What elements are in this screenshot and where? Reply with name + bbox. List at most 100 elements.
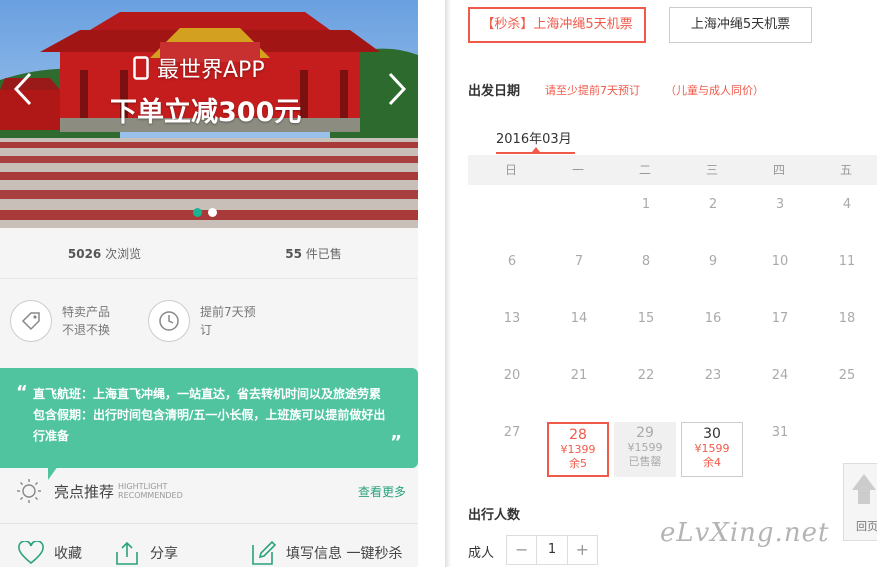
highlights-subtitle: HIGHTLIGHT RECOMMENDED [118,482,183,500]
month-underline [496,152,575,154]
highlights-sub2: RECOMMENDED [118,491,183,500]
calendar-day: 24 [771,368,789,383]
action-bar: 收藏 分享 填写信息 一键秒杀 [18,540,402,566]
highlight-line-1: 直飞航班：上海直飞冲绳，一站直达，省去转机时间以及旅途劳累 [33,387,382,401]
back-to-top-label: 回页 [856,520,877,533]
calendar-day: 27 [503,425,521,440]
sold-stat: 55 件已售 [209,228,418,278]
views-label: 次浏览 [105,247,142,261]
tag-icon [10,300,52,342]
calendar-day: 9 [708,254,718,269]
chevron-right-icon[interactable] [386,72,408,106]
highlights-sub1: HIGHTLIGHT [118,482,168,491]
month-tab[interactable]: 2016年03月 [496,128,572,147]
calendar-day: 31 [771,425,789,440]
day-number: 30 [703,426,721,442]
calendar-day: 22 [637,368,655,383]
share-button[interactable]: 分享 [114,540,178,566]
day-number: 29 [636,425,654,441]
adult-label: 成人 [468,546,495,561]
child-price-note: （儿童与成人同价） [665,84,764,97]
feature-advance: 提前7天预订 [148,300,258,342]
fill-info-label: 填写信息 一键秒杀 [286,546,403,562]
see-more-link[interactable]: 查看更多 [358,483,406,500]
product-panel: 最世界APP 下单立减300元 5026 次浏览 55 件已售 特卖产品不退不换… [0,0,418,567]
tab-regular[interactable]: 上海冲绳5天机票 [669,7,812,43]
feature-advance-text: 提前7天预订 [200,305,256,337]
calendar-day: 18 [838,311,856,326]
clock-icon [148,300,190,342]
calendar-day-30[interactable]: 30 ¥1599 余4 [681,422,743,477]
calendar-day: 2 [708,197,718,212]
calendar-day: 3 [775,197,785,212]
day-stock: 余5 [569,457,587,470]
day-number: 28 [569,427,587,443]
calendar-day: 25 [838,368,856,383]
open-quote-icon: “ [16,382,28,403]
heart-icon [18,541,44,565]
passenger-count-label: 出行人数 [468,508,521,523]
calendar-day: 17 [771,311,789,326]
feature-list: 特卖产品不退不换 提前7天预订 [10,300,258,342]
favorite-label: 收藏 [54,546,82,562]
share-label: 分享 [150,546,178,562]
weekday: 一 [571,163,584,177]
highlights-title: 亮点推荐 [54,482,115,501]
weekday: 四 [772,163,785,177]
chevron-left-icon[interactable] [12,72,34,106]
calendar-day: 7 [574,254,584,269]
calendar-day: 10 [771,254,789,269]
plus-button[interactable]: + [568,536,597,564]
panel-divider [445,0,451,567]
highlight-line-2: 包含假期：出行时间包含清明/五一小长假，上班族可以提前做好出行准备 [33,408,386,443]
calendar-day: 14 [570,311,588,326]
calendar-day: 1 [641,197,651,212]
site-watermark: eLvXing.net [660,518,830,548]
highlight-bubble: “ 直飞航班：上海直飞冲绳，一站直达，省去转机时间以及旅途劳累 包含假期：出行时… [0,368,418,468]
hero-carousel[interactable]: 最世界APP 下单立减300元 [0,0,418,228]
views-stat: 5026 次浏览 [0,228,209,278]
calendar-day: 4 [842,197,852,212]
day-price: ¥1399 [560,443,596,456]
tab-flash-sale[interactable]: 【秒杀】上海冲绳5天机票 [468,7,646,43]
carousel-dots [193,208,217,217]
calendar-day: 20 [503,368,521,383]
feature-no-refund: 特卖产品不退不换 [10,300,120,342]
carousel-dot-2[interactable] [208,208,217,217]
calendar-day: 16 [704,311,722,326]
back-to-top-button[interactable]: 回页 [843,463,877,541]
feature-no-refund-text: 特卖产品不退不换 [62,305,111,337]
fill-info-button[interactable]: 填写信息 一键秒杀 [250,540,402,566]
hero-promo-text: 下单立减300元 [110,97,302,128]
calendar-weekday-header: 日 一 二 三 四 五 [468,155,877,185]
day-stock: 余4 [703,456,721,469]
hero-app-line: 最世界APP [133,52,265,84]
highlights-header: 亮点推荐 HIGHTLIGHT RECOMMENDED 查看更多 [16,478,406,504]
sun-icon [17,479,41,503]
calendar-day: 11 [838,254,856,269]
calendar-day: 13 [503,311,521,326]
day-price: ¥1599 [627,441,663,454]
actions-divider [0,523,418,524]
calendar-day: 21 [570,368,588,383]
minus-button[interactable]: − [507,536,536,564]
weekday: 五 [839,163,852,177]
adult-quantity-stepper: − 1 + [506,535,598,565]
share-icon [116,541,138,565]
calendar-day: 15 [637,311,655,326]
favorite-button[interactable]: 收藏 [18,541,82,565]
adult-count-input[interactable]: 1 [536,536,568,564]
sold-label: 件已售 [305,247,342,261]
month-caret-icon [532,147,540,152]
carousel-dot-1[interactable] [193,208,202,217]
day-stock: 已售罄 [628,455,662,468]
calendar-day: 6 [507,254,517,269]
close-quote-icon: ” [390,432,402,453]
calendar-day: 8 [641,254,651,269]
phone-icon [133,56,149,80]
weekday: 三 [705,163,718,177]
calendar-day-29-soldout: 29 ¥1599 已售罄 [614,422,676,477]
views-count: 5026 [67,247,102,261]
calendar-day: 23 [704,368,722,383]
calendar-day-28-selected[interactable]: 28 ¥1399 余5 [547,422,609,477]
